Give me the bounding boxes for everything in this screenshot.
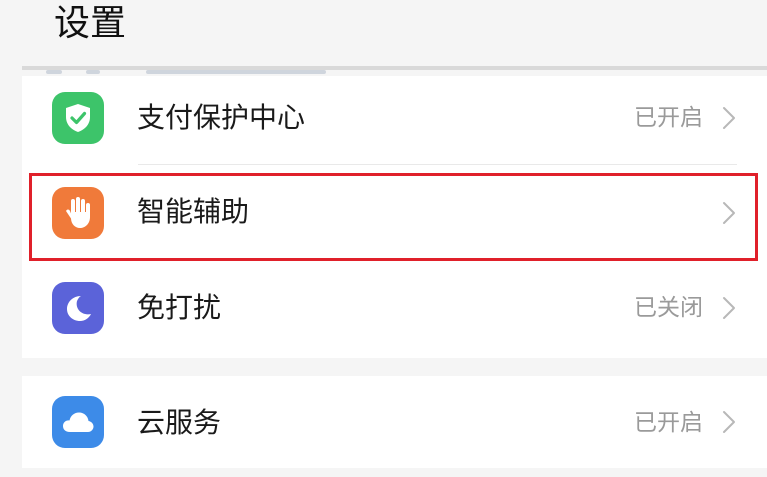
list-item-do-not-disturb[interactable]: 免打扰 已关闭 <box>22 261 767 358</box>
page-title: 设置 <box>54 3 127 44</box>
settings-group: 支付保护中心 已开启 智能辅助 免打扰 已关闭 <box>22 76 767 358</box>
row-divider <box>138 164 737 165</box>
cloud-service-label: 云服务 <box>137 406 222 439</box>
settings-group: 云服务 已开启 <box>22 376 767 468</box>
smart-assist-label: 智能辅助 <box>137 195 250 228</box>
moon-icon <box>52 282 104 334</box>
chevron-right-icon <box>723 107 735 129</box>
list-item-smart-assist[interactable]: 智能辅助 <box>22 166 767 260</box>
chevron-right-icon <box>723 297 735 319</box>
payment-protection-label: 支付保护中心 <box>137 101 306 134</box>
cloud-service-status: 已开启 <box>634 410 703 436</box>
payment-protection-status: 已开启 <box>634 105 703 131</box>
shield-check-icon <box>52 92 104 144</box>
chevron-right-icon <box>723 411 735 433</box>
chevron-right-icon <box>723 202 735 224</box>
list-item-cloud-service[interactable]: 云服务 已开启 <box>22 376 767 468</box>
do-not-disturb-label: 免打扰 <box>137 291 222 324</box>
do-not-disturb-status: 已关闭 <box>634 295 703 321</box>
list-item-payment-protection[interactable]: 支付保护中心 已开启 <box>22 76 767 166</box>
hand-icon <box>52 187 104 239</box>
header: 设置 <box>0 0 767 66</box>
cloud-icon <box>52 396 104 448</box>
